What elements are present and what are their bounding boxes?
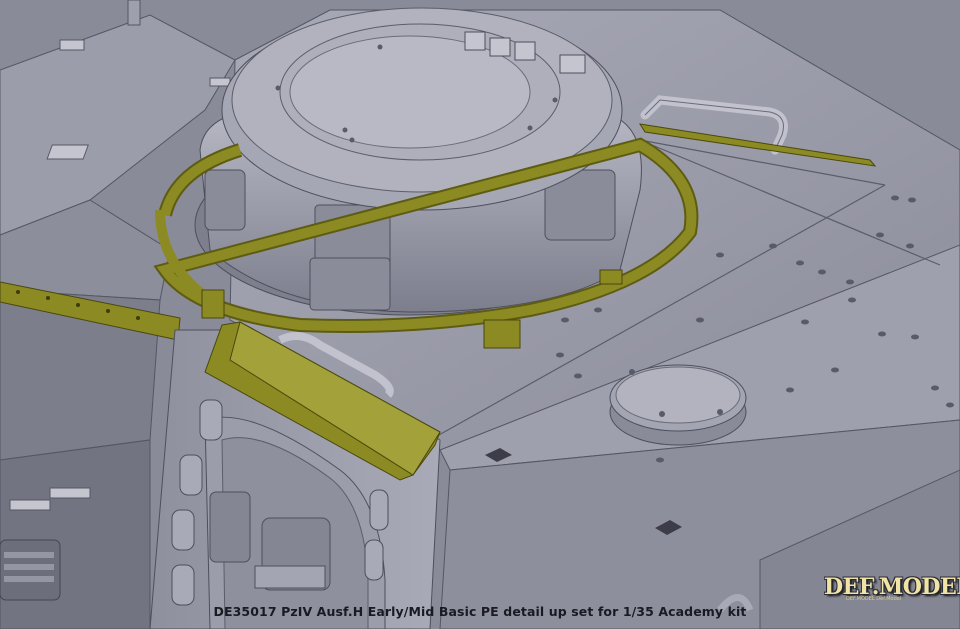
brand-logo: DEF.MODEL — [824, 574, 960, 600]
pe-bracket — [483, 319, 521, 349]
pe-bracket — [201, 289, 225, 319]
brand-subtitle: DEF.MODEL Def.Model — [846, 596, 902, 602]
vision-block — [309, 257, 391, 311]
vision-block — [204, 169, 246, 231]
render-scene: DE35017 PzIV Ausf.H Early/Mid Basic PE d… — [0, 0, 960, 629]
vent-grille — [0, 539, 61, 601]
bolt-plate — [209, 77, 231, 87]
bolt-plate — [49, 487, 91, 499]
bolt-plate — [59, 39, 85, 51]
bolt-plate — [46, 144, 89, 160]
bolt-plate — [9, 499, 51, 511]
vent-cap — [609, 364, 747, 446]
tank-render — [0, 0, 960, 629]
hatch-handle — [209, 491, 251, 563]
pe-bracket — [599, 269, 623, 285]
product-caption: DE35017 PzIV Ausf.H Early/Mid Basic PE d… — [213, 604, 747, 619]
antenna-base — [127, 0, 141, 26]
